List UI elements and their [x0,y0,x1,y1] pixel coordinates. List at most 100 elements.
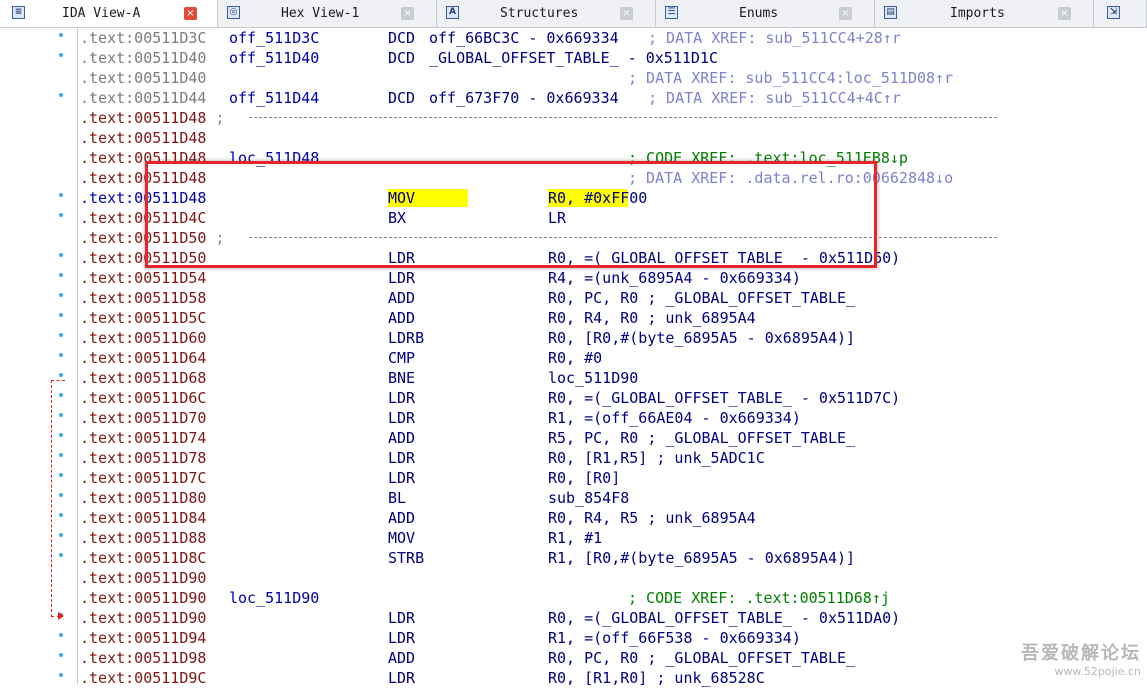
disasm-line[interactable]: .text:00511D68 BNE loc_511D90 [80,368,1147,388]
disasm-line[interactable]: .text:00511D3C off_511D3C DCD off_66BC3C - … [80,28,1147,48]
instruction-operands[interactable]: R0, R4, R5 ; unk_6895A4 [548,508,756,528]
disasm-line[interactable]: .text:00511D74 ADD R5, PC, R0 ; _GLOBAL_OF… [80,428,1147,448]
line-label[interactable]: off_511D3C [229,28,319,48]
instruction-mnemonic[interactable]: MOV [388,528,415,548]
instruction-operands[interactable]: R1, [R0,#(byte_6895A5 - 0x6895A4)] [548,548,855,568]
instruction-operands[interactable]: R0, #0 [548,348,602,368]
disasm-line[interactable]: .text:00511D94 LDR R1, =(off_66F538 - 0x66… [80,628,1147,648]
instruction-mnemonic[interactable]: LDR [388,608,415,628]
instruction-operands[interactable]: R0, =(_GLOBAL_OFFSET_TABLE_ - 0x511DA0) [548,608,900,628]
tab-exports[interactable]: ⇲ [1095,0,1147,27]
disasm-line[interactable]: .text:00511D64 CMP R0, #0 [80,348,1147,368]
tab-imports[interactable]: ▤ Imports × [876,0,1094,27]
instruction-operands[interactable]: sub_854F8 [548,488,629,508]
instruction-operands[interactable]: R1, #1 [548,528,602,548]
disasm-line[interactable]: .text:00511D54 LDR R4, =(unk_6895A4 - 0x66… [80,268,1147,288]
disasm-line[interactable]: .text:00511D84 ADD R0, R4, R5 ; unk_6895A4 [80,508,1147,528]
line-address[interactable]: .text:00511D94 [80,629,206,647]
line-label[interactable]: off_511D40 [229,48,319,68]
disasm-line[interactable]: .text:00511D40 off_511D40 DCD _GLOBAL_OFFSE… [80,48,1147,68]
disasm-line[interactable]: .text:00511D48 ; [80,108,1147,128]
instruction-operands[interactable]: R1, =(off_66AE04 - 0x669334) [548,408,801,428]
line-address[interactable]: .text:00511D5C [80,309,206,327]
line-address[interactable]: .text:00511D98 [80,649,206,667]
instruction-operands[interactable]: R0, =(_GLOBAL_OFFSET_TABLE_ - 0x511D7C) [548,388,900,408]
close-tab-icon[interactable]: × [839,7,852,20]
tab-hex-view-1[interactable]: ◎ Hex View-1 × [219,0,437,27]
disasm-line[interactable]: .text:00511D98 ADD R0, PC, R0 ; _GLOBAL_OF… [80,648,1147,668]
instruction-mnemonic[interactable]: DCD [388,48,415,68]
instruction-operands[interactable]: loc_511D90 [548,368,638,388]
instruction-operands[interactable]: R0, PC, R0 ; _GLOBAL_OFFSET_TABLE_ [548,288,855,308]
line-address[interactable]: .text:00511D70 [80,409,206,427]
line-address[interactable]: .text:00511D54 [80,269,206,287]
instruction-operands[interactable]: _GLOBAL_OFFSET_TABLE_ - 0x511D1C [429,48,718,68]
instruction-operands[interactable]: R5, PC, R0 ; _GLOBAL_OFFSET_TABLE_ [548,428,855,448]
instruction-operands[interactable]: R0, PC, R0 ; _GLOBAL_OFFSET_TABLE_ [548,648,855,668]
disasm-line[interactable]: .text:00511D8C STRB R1, [R0,#(byte_6895A5 … [80,548,1147,568]
instruction-mnemonic[interactable]: LDR [388,468,415,488]
instruction-mnemonic[interactable]: CMP [388,348,415,368]
line-address[interactable]: .text:00511D90 [80,589,206,607]
line-address[interactable]: .text:00511D90 [80,609,206,627]
disasm-line[interactable]: .text:00511D90 loc_511D90 ; CODE XREF: .te… [80,588,1147,608]
disasm-line[interactable]: .text:00511D58 ADD R0, PC, R0 ; _GLOBAL_OF… [80,288,1147,308]
line-address[interactable]: .text:00511D68 [80,369,206,387]
line-address[interactable]: .text:00511D40 [80,69,206,87]
instruction-operands[interactable]: R0, R4, R0 ; unk_6895A4 [548,308,756,328]
code-xref-comment[interactable]: ; CODE XREF: .text:00511D68↑j [628,588,890,608]
line-label[interactable]: off_511D44 [229,88,319,108]
instruction-mnemonic[interactable]: ADD [388,308,415,328]
line-address[interactable]: .text:00511D48 [80,129,206,147]
line-address[interactable]: .text:00511D7C [80,469,206,487]
instruction-mnemonic[interactable]: DCD [388,88,415,108]
close-tab-icon[interactable]: × [401,7,414,20]
line-address[interactable]: .text:00511D58 [80,289,206,307]
instruction-mnemonic[interactable]: LDR [388,668,415,688]
instruction-mnemonic[interactable]: LDRB [388,328,424,348]
instruction-mnemonic[interactable]: LDR [388,268,415,288]
data-xref-comment[interactable]: ; DATA XREF: sub_511CC4+28↑r [648,28,901,48]
line-address[interactable]: .text:00511D9C [80,669,206,687]
instruction-operands[interactable]: off_673F70 - 0x669334 [429,88,619,108]
line-address[interactable]: .text:00511D8C [80,549,206,567]
instruction-mnemonic[interactable]: BL [388,488,406,508]
instruction-mnemonic[interactable]: LDR [388,448,415,468]
line-address[interactable]: .text:00511D40 [80,49,206,67]
line-address[interactable]: .text:00511D3C [80,29,206,47]
line-address[interactable]: .text:00511D6C [80,389,206,407]
instruction-operands[interactable]: R0, [R1,R0] ; unk_68528C [548,668,765,688]
disasm-line[interactable]: .text:00511D88 MOV R1, #1 [80,528,1147,548]
disasm-line[interactable]: .text:00511D90 LDR R0, =(_GLOBAL_OFFSET_TA… [80,608,1147,628]
disasm-line[interactable]: .text:00511D78 LDR R0, [R1,R5] ; unk_5ADC1… [80,448,1147,468]
instruction-operands[interactable]: off_66BC3C - 0x669334 [429,28,619,48]
instruction-mnemonic[interactable]: LDR [388,388,415,408]
instruction-mnemonic[interactable]: BNE [388,368,415,388]
line-address[interactable]: .text:00511D44 [80,89,206,107]
disasm-line[interactable]: .text:00511D48 [80,128,1147,148]
disasm-line[interactable]: .text:00511D90 [80,568,1147,588]
close-tab-icon[interactable]: × [184,7,197,20]
disasm-line[interactable]: .text:00511D6C LDR R0, =(_GLOBAL_OFFSET_TA… [80,388,1147,408]
data-xref-comment[interactable]: ; DATA XREF: sub_511CC4+4C↑r [648,88,901,108]
instruction-mnemonic[interactable]: LDR [388,408,415,428]
line-address[interactable]: .text:00511D74 [80,429,206,447]
disasm-line[interactable]: .text:00511D60 LDRB R0, [R0,#(byte_6895A5 … [80,328,1147,348]
line-address[interactable]: .text:00511D64 [80,349,206,367]
close-tab-icon[interactable]: × [620,7,633,20]
instruction-operands[interactable]: R0, [R1,R5] ; unk_5ADC1C [548,448,765,468]
instruction-operands[interactable]: R4, =(unk_6895A4 - 0x669334) [548,268,801,288]
disasm-line[interactable]: .text:00511D70 LDR R1, =(off_66AE04 - 0x66… [80,408,1147,428]
instruction-mnemonic[interactable]: ADD [388,428,415,448]
close-tab-icon[interactable]: × [1058,7,1071,20]
disasm-line[interactable]: .text:00511D44 off_511D44 DCD off_673F70 - … [80,88,1147,108]
disasm-line[interactable]: .text:00511D7C LDR R0, [R0] [80,468,1147,488]
disasm-line[interactable]: .text:00511D9C LDR R0, [R1,R0] ; unk_68528… [80,668,1147,688]
instruction-operands[interactable]: R0, [R0] [548,468,620,488]
line-address[interactable]: .text:00511D78 [80,449,206,467]
disasm-line[interactable]: .text:00511D40 ; DATA XREF: sub_511CC4:lo… [80,68,1147,88]
line-address[interactable]: .text:00511D90 [80,569,206,587]
line-address[interactable]: .text:00511D80 [80,489,206,507]
line-address[interactable]: .text:00511D88 [80,529,206,547]
disasm-line[interactable]: .text:00511D5C ADD R0, R4, R0 ; unk_6895A4 [80,308,1147,328]
